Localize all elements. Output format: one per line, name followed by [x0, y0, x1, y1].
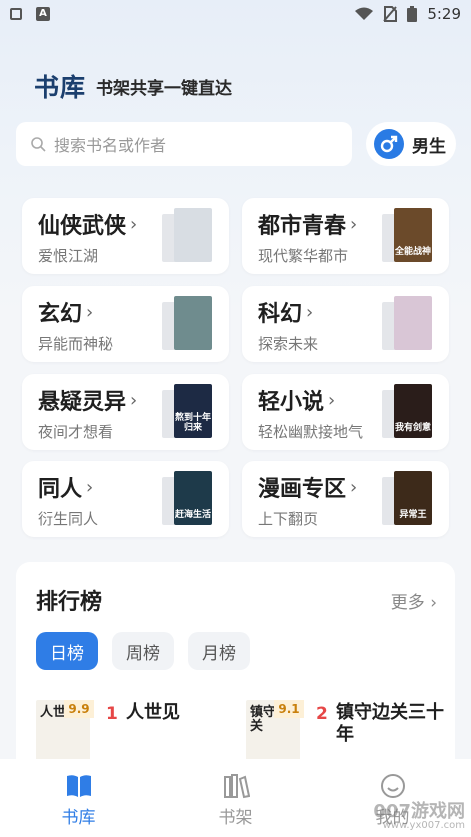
category-card[interactable]: 科幻 › 探索未来: [242, 286, 449, 362]
tab-library[interactable]: 书库: [0, 759, 157, 837]
rank-number: 1: [106, 704, 118, 724]
chevron-right-icon: ›: [130, 389, 138, 411]
category-subtitle: 现代繁华都市: [258, 247, 349, 265]
book-cover: 我有剑意: [394, 384, 432, 438]
book-cover: [394, 296, 432, 350]
wifi-icon: [355, 7, 374, 20]
category-subtitle: 爱恨江湖: [38, 247, 99, 265]
book-cover-stack: 全能战神: [382, 208, 432, 264]
tab-monthly[interactable]: 月榜: [188, 632, 250, 670]
category-subtitle: 探索未来: [258, 335, 319, 353]
status-bar: A 5:29: [0, 0, 471, 28]
book-cover: 异常王: [394, 471, 432, 525]
tab-daily[interactable]: 日榜: [36, 632, 98, 670]
category-title: 仙侠武侠 ›: [38, 213, 138, 240]
book-cover-stack: [382, 296, 432, 352]
search-input[interactable]: 搜索书名或作者: [16, 122, 352, 166]
search-placeholder: 搜索书名或作者: [54, 136, 167, 155]
category-card[interactable]: 轻小说 › 轻松幽默接地气 我有剑意: [242, 374, 449, 450]
notification-a-icon: A: [36, 7, 50, 21]
battery-icon: [407, 6, 418, 22]
category-card[interactable]: 同人 › 衍生同人 赶海生活: [22, 461, 229, 537]
chevron-right-icon: ›: [430, 593, 437, 613]
category-subtitle: 衍生同人: [38, 510, 99, 528]
bottom-tab-bar: 书库 书架 我的 007游戏网 www.yx007.com: [0, 759, 471, 837]
book-cover-stack: [162, 296, 212, 352]
watermark: 007游戏网 www.yx007.com: [373, 801, 465, 831]
search-icon: [31, 137, 46, 152]
category-title: 漫画专区 ›: [258, 476, 358, 503]
book-cover-stack: 熬到十年归来: [162, 384, 212, 440]
ranking-title: 排行榜: [36, 590, 103, 615]
category-title: 轻小说 ›: [258, 389, 336, 416]
score-badge: 9.9: [64, 700, 94, 718]
category-title: 都市青春 ›: [258, 213, 358, 240]
tab-weekly[interactable]: 周榜: [112, 632, 174, 670]
category-card[interactable]: 仙侠武侠 › 爱恨江湖: [22, 198, 229, 274]
category-title: 科幻 ›: [258, 301, 314, 328]
book-cover-stack: 我有剑意: [382, 384, 432, 440]
rank-number: 2: [316, 704, 328, 724]
bookshelf-icon: [223, 774, 250, 799]
gender-label: 男生: [412, 136, 446, 157]
tab-bookshelf[interactable]: 书架: [157, 759, 314, 837]
category-card[interactable]: 漫画专区 › 上下翻页 异常王: [242, 461, 449, 537]
category-title: 悬疑灵异 ›: [38, 389, 138, 416]
profile-icon: [380, 774, 405, 798]
category-card[interactable]: 都市青春 › 现代繁华都市 全能战神: [242, 198, 449, 274]
book-cover: [174, 296, 212, 350]
category-title: 玄幻 ›: [38, 301, 94, 328]
category-subtitle: 上下翻页: [258, 510, 319, 528]
book-name: 镇守边关三十年: [336, 702, 444, 745]
book-cover-stack: 异常王: [382, 471, 432, 527]
book-open-icon: [66, 775, 91, 797]
ranking-more-label: 更多: [390, 593, 425, 613]
gender-toggle-button[interactable]: 男生: [366, 122, 456, 166]
male-icon: [374, 129, 404, 159]
page-title: 书库: [34, 73, 87, 102]
chevron-right-icon: ›: [350, 476, 358, 498]
tab-library-label: 书库: [61, 808, 96, 828]
score-badge: 9.1: [274, 700, 304, 718]
chevron-right-icon: ›: [306, 301, 314, 323]
grid-icon: [10, 8, 22, 20]
chevron-right-icon: ›: [328, 389, 336, 411]
header: 书库 书架共享一键直达: [34, 68, 232, 104]
chevron-right-icon: ›: [130, 213, 138, 235]
book-cover: 熬到十年归来: [174, 384, 212, 438]
book-cover-stack: [162, 208, 212, 264]
tab-bookshelf-label: 书架: [218, 808, 253, 828]
chevron-right-icon: ›: [86, 301, 94, 323]
category-subtitle: 异能而神秘: [38, 335, 114, 353]
ranking-more-link[interactable]: 更多 ›: [391, 588, 437, 613]
status-time: 5:29: [427, 5, 461, 23]
category-subtitle: 轻松幽默接地气: [258, 423, 364, 441]
book-name: 人世见: [126, 702, 180, 723]
category-subtitle: 夜间才想看: [38, 423, 114, 441]
chevron-right-icon: ›: [86, 476, 94, 498]
category-title: 同人 ›: [38, 476, 94, 503]
book-cover: 全能战神: [394, 208, 432, 262]
book-cover: 赶海生活: [174, 471, 212, 525]
book-cover: [174, 208, 212, 262]
chevron-right-icon: ›: [350, 213, 358, 235]
category-card[interactable]: 玄幻 › 异能而神秘: [22, 286, 229, 362]
no-sim-icon: [383, 6, 398, 22]
header-slogan: 书架共享一键直达: [96, 78, 233, 99]
category-card[interactable]: 悬疑灵异 › 夜间才想看 熬到十年归来: [22, 374, 229, 450]
book-cover-stack: 赶海生活: [162, 471, 212, 527]
